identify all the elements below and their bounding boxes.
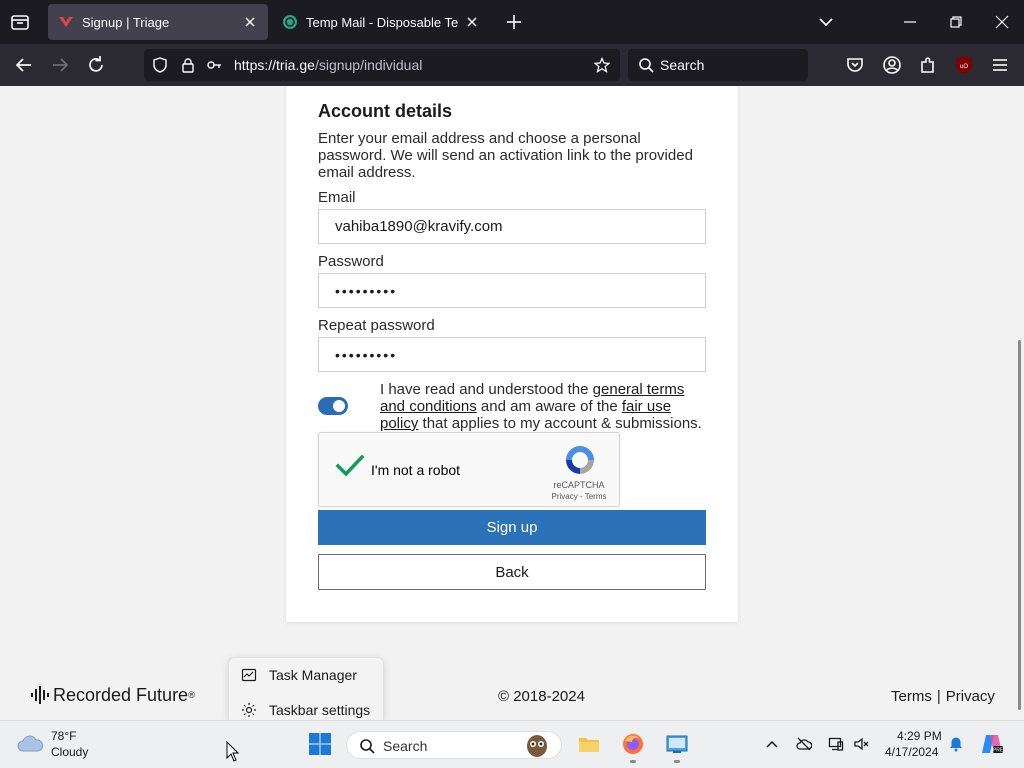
list-all-tabs-chevron-icon[interactable] [816, 12, 836, 32]
menu-item-task-manager[interactable]: Task Manager [229, 660, 385, 690]
terms-text-part: that applies to my account & submissions… [418, 415, 702, 432]
bookmark-star-icon[interactable] [594, 57, 610, 73]
recorded-future-mark-icon [31, 686, 49, 704]
copilot-icon[interactable]: PRE [980, 732, 1004, 756]
search-icon [639, 58, 654, 73]
svg-text:PRE: PRE [993, 748, 1004, 754]
search-placeholder: Search [660, 57, 705, 73]
email-label: Email [318, 189, 356, 206]
triage-favicon-icon [59, 17, 73, 27]
account-icon[interactable] [882, 55, 902, 75]
captcha-label: I'm not a robot [371, 462, 461, 478]
search-icon [360, 739, 375, 754]
control-panel-icon[interactable] [665, 732, 689, 756]
taskbar-search-placeholder: Search [383, 738, 428, 754]
browser-search-field[interactable]: Search [628, 49, 808, 81]
chevron-up-icon[interactable] [764, 736, 780, 752]
close-tab-icon[interactable] [464, 14, 480, 30]
repeat-password-label: Repeat password [318, 317, 435, 334]
reload-icon[interactable] [85, 54, 107, 76]
repeat-password-field[interactable]: ••••••••• [318, 337, 706, 372]
section-title: Account details [318, 101, 453, 121]
privacy-link[interactable]: Privacy [946, 688, 995, 705]
temp-mail-favicon-icon [283, 15, 297, 29]
terms-text-part: I have read and understood the [380, 381, 593, 398]
back-arrow-icon[interactable] [13, 54, 35, 76]
captcha-brand: reCAPTCHA [553, 480, 605, 490]
repeat-password-value: ••••••••• [335, 346, 398, 363]
weather-condition[interactable]: Cloudy [51, 745, 88, 759]
browser-tab-bar: Signup | Triage Temp Mail - Disposable T… [0, 0, 1024, 44]
captcha-privacy-terms[interactable]: Privacy - Terms [543, 492, 615, 501]
notification-bell-icon[interactable] [948, 736, 964, 752]
cloudy-weather-icon[interactable] [16, 733, 44, 753]
password-label: Password [318, 253, 384, 270]
firefox-running-indicator [630, 760, 636, 763]
footer-links: Terms | Privacy [891, 688, 995, 705]
svg-text:uO: uO [960, 64, 968, 70]
task-manager-icon [241, 668, 257, 682]
windows-start-icon[interactable] [308, 732, 332, 756]
url-text[interactable]: https://tria.ge/signup/individual [234, 57, 422, 73]
weather-temperature[interactable]: 78°F [51, 729, 76, 743]
close-window-icon[interactable] [992, 12, 1012, 32]
email-value: vahiba1890@kravify.com [335, 218, 503, 235]
recorded-future-logo[interactable]: Recorded Future ® [30, 684, 195, 706]
clock-date[interactable]: 4/17/2024 [885, 745, 938, 759]
file-explorer-icon[interactable] [577, 732, 601, 756]
lock-icon[interactable] [180, 57, 196, 73]
intro-text: Enter your email address and choose a pe… [318, 130, 693, 181]
mouse-pointer-icon [226, 741, 240, 762]
url-path: /signup/individual [314, 57, 423, 73]
close-tab-icon[interactable] [242, 14, 258, 30]
minimize-icon[interactable] [900, 12, 920, 32]
taskbar-search[interactable]: Search [346, 731, 562, 759]
taskbar-context-menu: Task Manager Taskbar settings [228, 657, 384, 721]
terms-link[interactable]: Terms [891, 688, 932, 705]
new-tab-icon[interactable] [504, 12, 524, 32]
checkmark-icon[interactable] [335, 451, 365, 481]
onedrive-offline-icon[interactable] [796, 736, 812, 752]
search-highlight-icon [527, 735, 547, 757]
restore-icon[interactable] [946, 12, 966, 32]
back-button[interactable]: Back [318, 554, 706, 590]
email-field[interactable]: vahiba1890@kravify.com [318, 209, 706, 244]
firefox-icon[interactable] [621, 732, 645, 756]
tab-list-icon[interactable] [8, 10, 32, 34]
tab-title: Signup | Triage [82, 14, 170, 30]
password-value: ••••••••• [335, 282, 398, 299]
ublock-origin-icon[interactable]: uO [954, 55, 974, 75]
menu-item-label: Task Manager [269, 667, 357, 683]
speaker-muted-icon[interactable] [853, 736, 869, 752]
terms-toggle[interactable] [318, 397, 348, 415]
tab-title: Temp Mail - Disposable Tempo [306, 14, 458, 30]
url-host: https://tria.ge [234, 57, 315, 73]
recaptcha-widget: I'm not a robot reCAPTCHA Privacy - Term… [318, 432, 620, 507]
tracking-protection-shield-icon[interactable] [152, 57, 168, 73]
key-icon[interactable] [206, 57, 222, 73]
clock-time[interactable]: 4:29 PM [897, 729, 942, 743]
forward-arrow-icon[interactable] [49, 54, 71, 76]
sign-up-button[interactable]: Sign up [318, 510, 706, 545]
footer-separator: | [936, 688, 941, 705]
address-bar[interactable]: https://tria.ge/signup/individual [144, 49, 620, 81]
display-icon[interactable] [828, 736, 844, 752]
gear-icon [242, 703, 256, 717]
control-panel-running-indicator [674, 760, 680, 763]
page-scrollbar[interactable] [1018, 340, 1021, 710]
recaptcha-logo-icon [566, 446, 594, 474]
menu-item-label: Taskbar settings [269, 702, 371, 718]
copyright-text: © 2018-2024 [498, 688, 585, 705]
tab-temp-mail[interactable]: Temp Mail - Disposable Tempo [272, 4, 490, 40]
logo-text: Recorded Future [53, 684, 189, 705]
tab-signup-triage[interactable]: Signup | Triage [48, 4, 268, 40]
pocket-icon[interactable] [845, 55, 865, 75]
extensions-icon[interactable] [918, 55, 938, 75]
terms-text: I have read and understood the general t… [380, 381, 710, 432]
menu-hamburger-icon[interactable] [990, 55, 1010, 75]
terms-text-part: and am aware of the [476, 398, 622, 415]
logo-registered-mark: ® [188, 690, 195, 700]
password-field[interactable]: ••••••••• [318, 273, 706, 308]
